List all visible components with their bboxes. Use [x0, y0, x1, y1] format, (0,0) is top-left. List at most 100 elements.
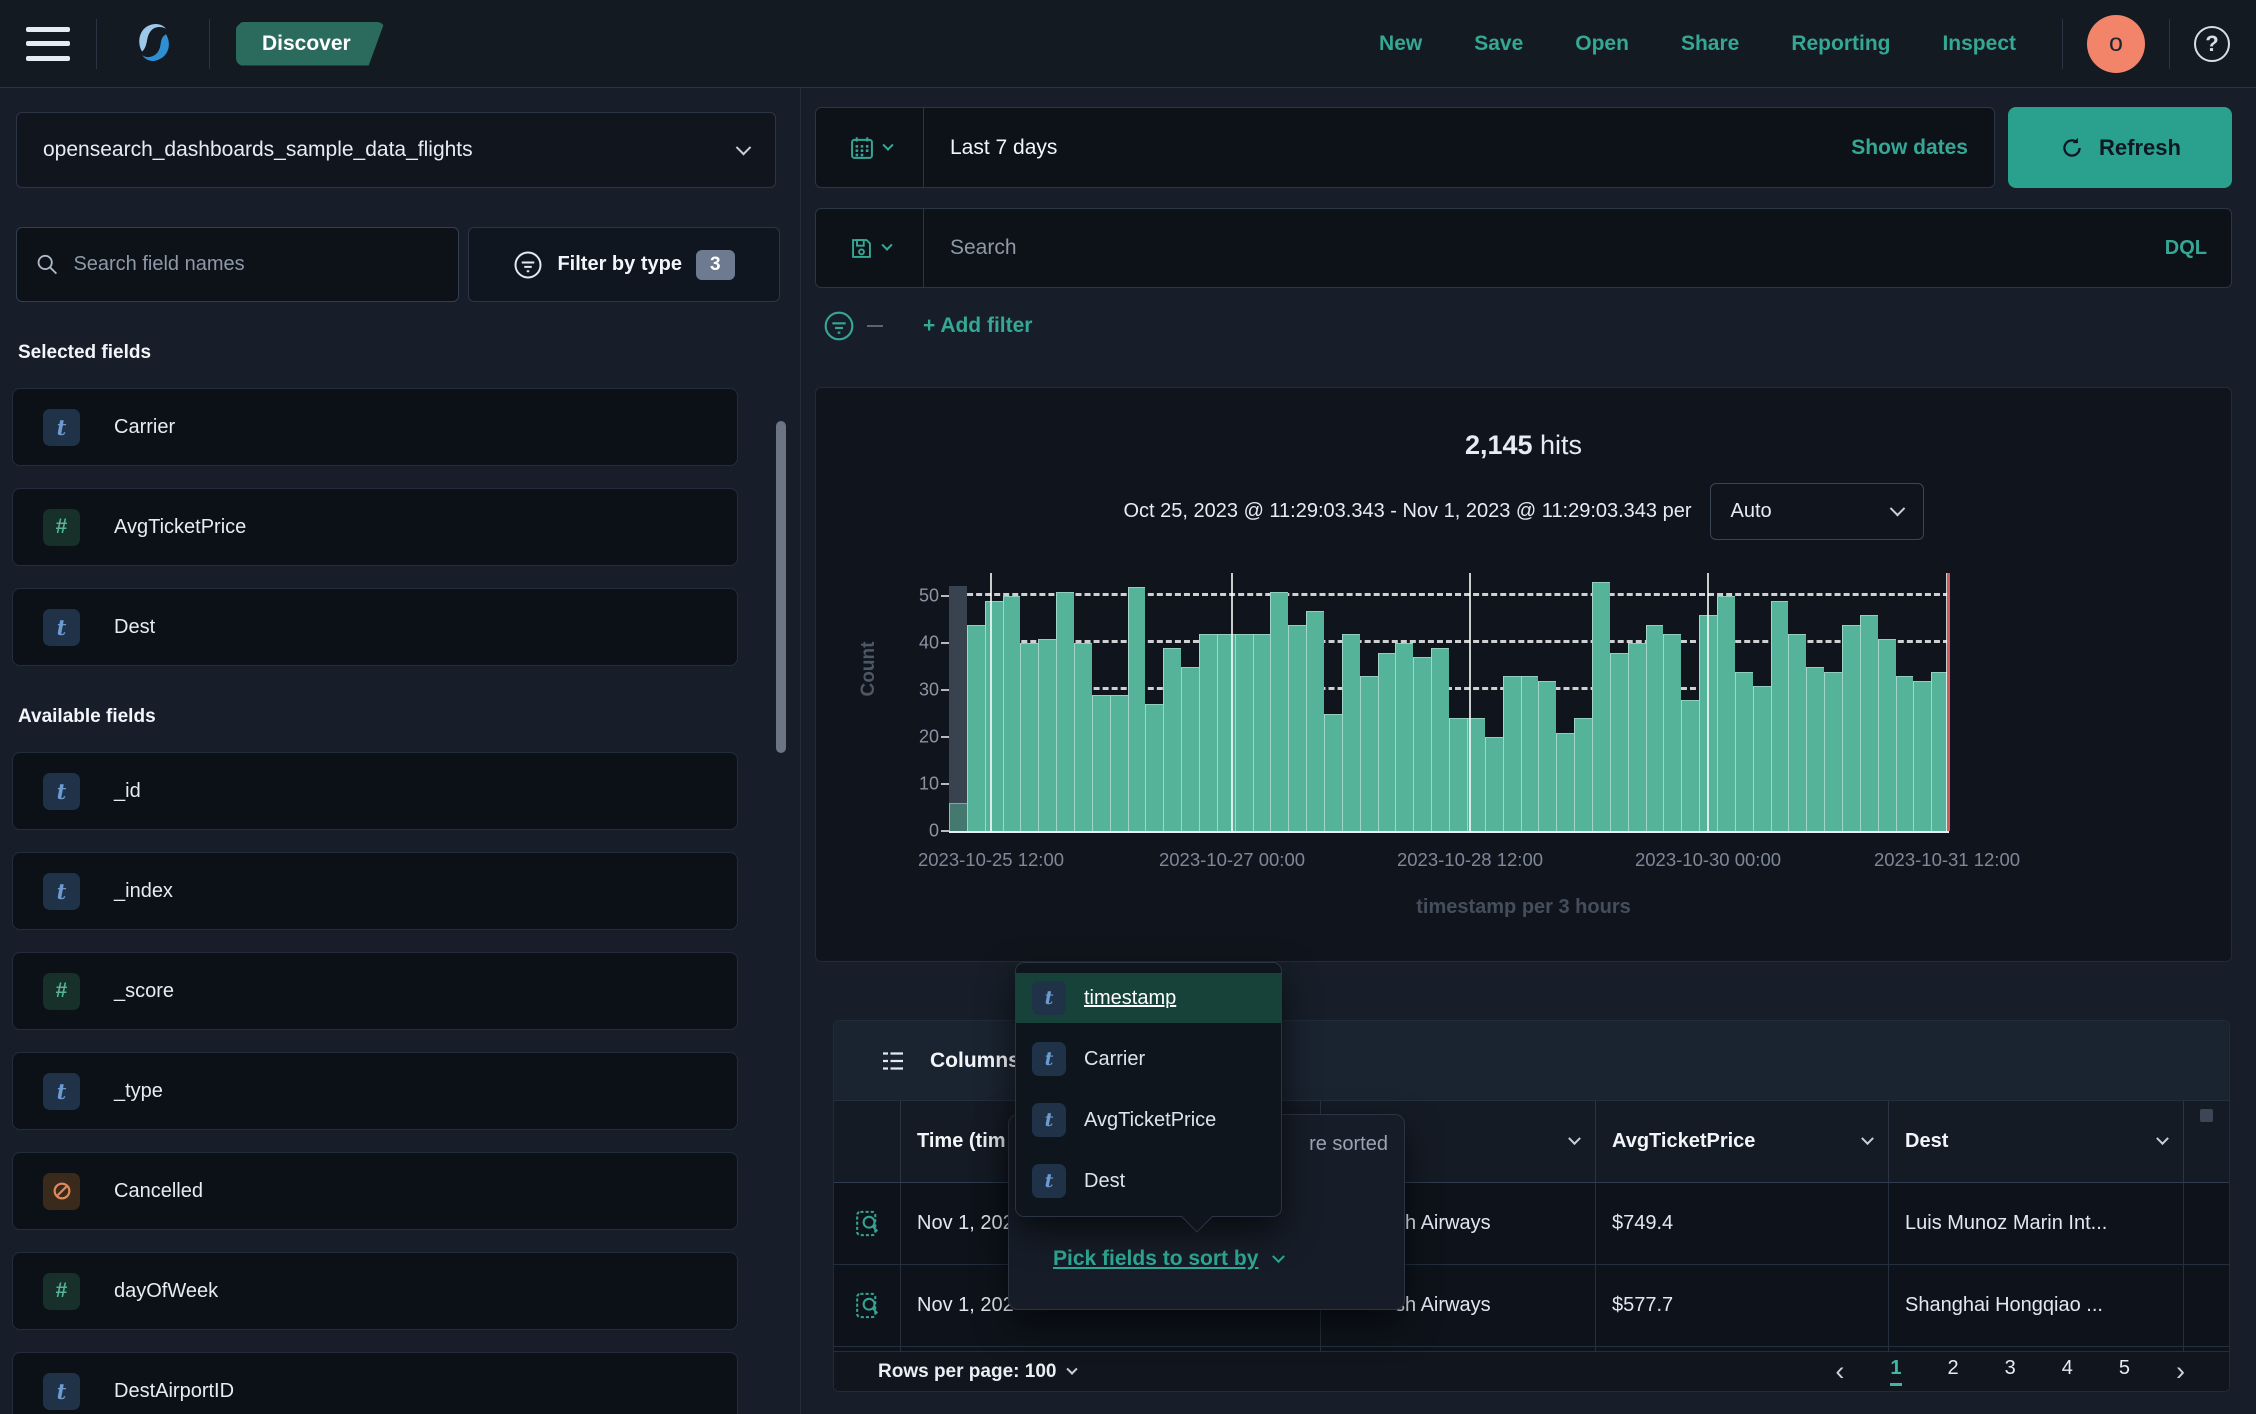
histogram-bar[interactable] [1753, 573, 1771, 831]
table-scrollbar[interactable] [2200, 1109, 2213, 1122]
histogram-bar[interactable] [1503, 573, 1521, 831]
histogram-bar[interactable] [1628, 573, 1646, 831]
index-pattern-select[interactable]: opensearch_dashboards_sample_data_flight… [16, 112, 776, 188]
histogram-bar[interactable] [1253, 573, 1271, 831]
sort-chevron-icon[interactable] [2156, 1132, 2169, 1145]
query-input[interactable] [924, 236, 2141, 260]
topnav-inspect[interactable]: Inspect [1942, 32, 2016, 56]
histogram-bar[interactable] [1038, 573, 1056, 831]
column-header-price[interactable]: AvgTicketPrice [1596, 1101, 1889, 1183]
page-2[interactable]: 2 [1948, 1357, 1959, 1386]
field-item-_score[interactable]: #_score [12, 952, 738, 1030]
histogram-bar[interactable] [1878, 573, 1896, 831]
histogram-bar[interactable] [1395, 573, 1413, 831]
histogram-bar[interactable] [1806, 573, 1824, 831]
histogram-bar[interactable] [1592, 573, 1610, 831]
rows-per-page-button[interactable]: Rows per page: 100 [878, 1361, 1076, 1383]
histogram-bar[interactable] [1431, 573, 1449, 831]
topnav-open[interactable]: Open [1575, 32, 1629, 56]
field-item-dayOfWeek[interactable]: #dayOfWeek [12, 1252, 738, 1330]
opensearch-logo-icon[interactable] [127, 18, 179, 70]
histogram-bar[interactable] [1324, 573, 1342, 831]
pick-fields-to-sort-button[interactable]: Pick fields to sort by [1053, 1247, 1283, 1271]
add-filter-link[interactable]: + Add filter [923, 314, 1032, 338]
histogram-bar[interactable] [1913, 573, 1931, 831]
field-item-_type[interactable]: t_type [12, 1052, 738, 1130]
calendar-menu-button[interactable] [816, 108, 924, 187]
field-item-_index[interactable]: t_index [12, 852, 738, 930]
field-item-AvgTicketPrice[interactable]: #AvgTicketPrice [12, 488, 738, 566]
histogram-bar[interactable] [1717, 573, 1735, 831]
histogram-bar[interactable] [1449, 573, 1467, 831]
histogram-bar[interactable] [1788, 573, 1806, 831]
histogram-bar[interactable] [1199, 573, 1217, 831]
histogram-bar[interactable] [1842, 573, 1860, 831]
page-3[interactable]: 3 [2005, 1357, 2016, 1386]
histogram-bar[interactable] [1074, 573, 1092, 831]
field-item-Dest[interactable]: tDest [12, 588, 738, 666]
histogram-bar[interactable] [949, 573, 967, 831]
histogram-bar[interactable] [1128, 573, 1146, 831]
histogram-bar[interactable] [1360, 573, 1378, 831]
histogram-bar[interactable] [1610, 573, 1628, 831]
histogram-bar[interactable] [1860, 573, 1878, 831]
histogram-bar[interactable] [1003, 573, 1021, 831]
histogram-bar[interactable] [1735, 573, 1753, 831]
breadcrumb[interactable]: Discover [236, 22, 385, 66]
field-item-Cancelled[interactable]: Cancelled [12, 1152, 738, 1230]
filter-by-type-button[interactable]: Filter by type 3 [468, 227, 780, 302]
menu-icon[interactable] [26, 27, 70, 61]
histogram-bar[interactable] [1235, 573, 1253, 831]
histogram-bar[interactable] [1020, 573, 1038, 831]
expand-row-cell[interactable] [834, 1183, 901, 1265]
expand-row-cell[interactable] [834, 1265, 901, 1347]
histogram-bar[interactable] [1288, 573, 1306, 831]
interval-select[interactable]: Auto [1710, 483, 1924, 540]
histogram-bar[interactable] [1378, 573, 1396, 831]
histogram-bar[interactable] [1110, 573, 1128, 831]
next-page-icon[interactable]: › [2176, 1358, 2185, 1385]
sort-chevron-icon[interactable] [1861, 1132, 1874, 1145]
field-search-input[interactable] [73, 253, 440, 276]
topnav-share[interactable]: Share [1681, 32, 1739, 56]
refresh-button[interactable]: Refresh [2008, 107, 2232, 188]
page-4[interactable]: 4 [2062, 1357, 2073, 1386]
histogram-plot[interactable] [949, 573, 1949, 831]
histogram-bar[interactable] [1163, 573, 1181, 831]
histogram-bar[interactable] [1270, 573, 1288, 831]
sort-field-AvgTicketPrice[interactable]: tAvgTicketPrice [1016, 1095, 1281, 1145]
histogram-bar[interactable] [1056, 573, 1074, 831]
field-item-DestAirportID[interactable]: tDestAirportID [12, 1352, 738, 1414]
avatar[interactable]: o [2087, 15, 2145, 73]
topnav-new[interactable]: New [1379, 32, 1422, 56]
help-icon[interactable]: ? [2194, 26, 2230, 62]
column-header-dest[interactable]: Dest [1889, 1101, 2184, 1183]
dql-button[interactable]: DQL [2141, 237, 2231, 260]
topnav-reporting[interactable]: Reporting [1791, 32, 1890, 56]
histogram-bar[interactable] [1663, 573, 1681, 831]
histogram-bar[interactable] [1824, 573, 1842, 831]
saved-query-button[interactable] [816, 209, 924, 287]
time-range-value[interactable]: Last 7 days [924, 136, 1851, 160]
histogram-bar[interactable] [1771, 573, 1789, 831]
histogram-bar[interactable] [1521, 573, 1539, 831]
sidebar-scrollbar[interactable] [776, 421, 786, 753]
histogram-bar[interactable] [1342, 573, 1360, 831]
field-item-_id[interactable]: t_id [12, 752, 738, 830]
sort-field-timestamp[interactable]: ttimestamp [1016, 973, 1281, 1023]
topnav-save[interactable]: Save [1474, 32, 1523, 56]
histogram-bar[interactable] [985, 573, 1003, 831]
histogram-bar[interactable] [967, 573, 985, 831]
histogram-bar[interactable] [1485, 573, 1503, 831]
histogram-bar[interactable] [1306, 573, 1324, 831]
page-5[interactable]: 5 [2119, 1357, 2130, 1386]
histogram-bar[interactable] [1092, 573, 1110, 831]
histogram-bar[interactable] [1574, 573, 1592, 831]
sort-field-Carrier[interactable]: tCarrier [1016, 1034, 1281, 1084]
histogram-bar[interactable] [1413, 573, 1431, 831]
sort-field-Dest[interactable]: tDest [1016, 1156, 1281, 1206]
previous-page-icon[interactable]: ‹ [1835, 1358, 1844, 1385]
show-dates-link[interactable]: Show dates [1851, 136, 1994, 160]
histogram-bar[interactable] [1145, 573, 1163, 831]
columns-button[interactable]: Columns [930, 1049, 1020, 1073]
